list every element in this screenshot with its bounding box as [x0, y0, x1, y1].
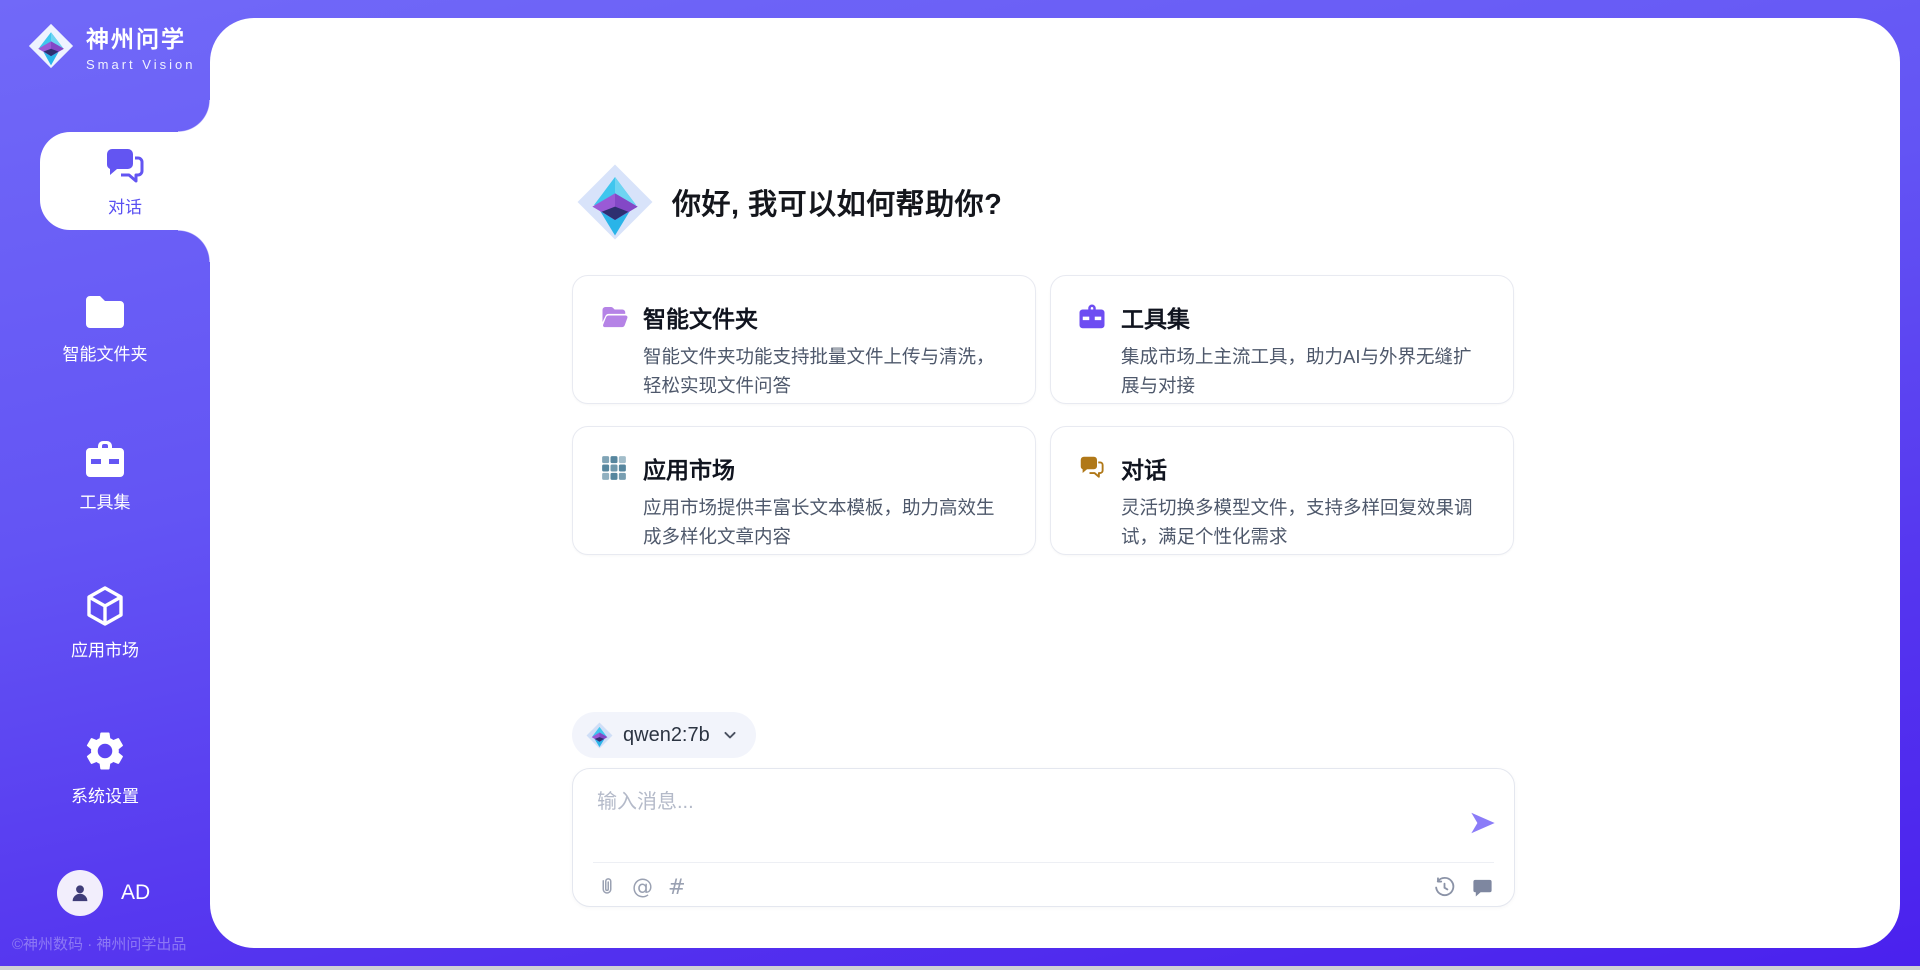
card-title: 智能文件夹 — [643, 300, 758, 334]
person-icon — [67, 880, 93, 906]
sidebar-item-label: 智能文件夹 — [0, 340, 210, 365]
sidebar-item-smart-folder[interactable]: 智能文件夹 — [0, 292, 210, 365]
sidebar-footer: ©神州数码 · 神州问学出品 — [12, 933, 208, 954]
brand-logo-icon — [28, 23, 74, 69]
mention-button[interactable]: @ — [632, 876, 653, 898]
sidebar-item-label: 应用市场 — [0, 636, 210, 661]
folder-open-icon — [599, 302, 629, 332]
attach-file-button[interactable] — [597, 875, 617, 899]
comment-icon — [1471, 876, 1494, 899]
app-window: 神州问学 Smart Vision 对话 智能文件夹 工具集 — [0, 0, 1920, 970]
user-profile[interactable]: AD — [57, 870, 150, 916]
app-title: 神州问学 — [86, 20, 195, 54]
greeting: 你好, 我可以如何帮助你? — [576, 163, 1002, 241]
model-logo-icon — [586, 722, 613, 749]
sidebar: 神州问学 Smart Vision 对话 智能文件夹 工具集 — [0, 0, 210, 970]
card-app-market[interactable]: 应用市场 应用市场提供丰富长文本模板，助力高效生成多样化文章内容 — [572, 426, 1036, 555]
card-description: 集成市场上主流工具，助力AI与外界无缝扩展与对接 — [1121, 343, 1487, 400]
card-title: 应用市场 — [643, 451, 735, 485]
history-button[interactable] — [1433, 876, 1456, 899]
main-panel: 你好, 我可以如何帮助你? 智能文件夹 智能文件夹功能支持批量文件上传与清洗，轻… — [210, 18, 1900, 948]
app-subtitle: Smart Vision — [86, 57, 195, 72]
card-title: 对话 — [1121, 451, 1167, 485]
card-smart-folder[interactable]: 智能文件夹 智能文件夹功能支持批量文件上传与清洗，轻松实现文件问答 — [572, 275, 1036, 404]
avatar — [57, 870, 103, 916]
folder-icon — [82, 292, 128, 332]
card-description: 灵活切换多模型文件，支持多样回复效果调试，满足个性化需求 — [1121, 494, 1487, 551]
toolbox-icon — [82, 438, 128, 480]
message-input[interactable] — [597, 785, 1437, 843]
paperclip-icon — [597, 875, 617, 899]
feature-cards: 智能文件夹 智能文件夹功能支持批量文件上传与清洗，轻松实现文件问答 工具集 集成… — [572, 275, 1514, 555]
sidebar-item-label: 对话 — [108, 193, 142, 218]
greeting-title: 你好, 我可以如何帮助你? — [672, 181, 1002, 223]
composer-divider — [593, 862, 1494, 863]
brand: 神州问学 Smart Vision — [28, 20, 195, 72]
card-description: 应用市场提供丰富长文本模板，助力高效生成多样化文章内容 — [643, 494, 1009, 551]
user-name: AD — [121, 881, 150, 905]
gear-icon — [82, 728, 128, 774]
send-icon — [1469, 809, 1497, 837]
sidebar-item-settings[interactable]: 系统设置 — [0, 728, 210, 807]
toolbox-icon — [1077, 302, 1107, 332]
model-name: qwen2:7b — [623, 724, 710, 747]
card-toolset[interactable]: 工具集 集成市场上主流工具，助力AI与外界无缝扩展与对接 — [1050, 275, 1514, 404]
send-button[interactable] — [1469, 809, 1497, 837]
composer-toolbar: @ # — [597, 875, 1494, 899]
sidebar-item-chat[interactable]: 对话 — [40, 132, 210, 230]
hashtag-button[interactable]: # — [668, 876, 686, 898]
sidebar-item-label: 工具集 — [0, 488, 210, 513]
sidebar-item-app-market[interactable]: 应用市场 — [0, 584, 210, 661]
hashtag-icon: # — [668, 875, 686, 899]
grid-icon — [599, 453, 629, 483]
tab-curve-top — [178, 100, 210, 132]
assistant-logo-icon — [576, 163, 654, 241]
chevron-down-icon — [720, 725, 740, 745]
cube-icon — [82, 584, 128, 628]
card-description: 智能文件夹功能支持批量文件上传与清洗，轻松实现文件问答 — [643, 343, 1009, 400]
sidebar-item-toolset[interactable]: 工具集 — [0, 438, 210, 513]
sidebar-item-label: 系统设置 — [0, 782, 210, 807]
conversation-button[interactable] — [1471, 876, 1494, 899]
tab-curve-bottom — [178, 230, 210, 262]
chat-icon — [101, 145, 149, 189]
model-selector[interactable]: qwen2:7b — [572, 712, 756, 758]
message-composer: @ # — [572, 768, 1515, 907]
card-chat[interactable]: 对话 灵活切换多模型文件，支持多样回复效果调试，满足个性化需求 — [1050, 426, 1514, 555]
window-bottom-edge — [0, 966, 1920, 970]
history-icon — [1433, 876, 1456, 899]
chat-icon — [1077, 453, 1107, 483]
mention-icon: @ — [632, 875, 653, 899]
card-title: 工具集 — [1121, 300, 1190, 334]
